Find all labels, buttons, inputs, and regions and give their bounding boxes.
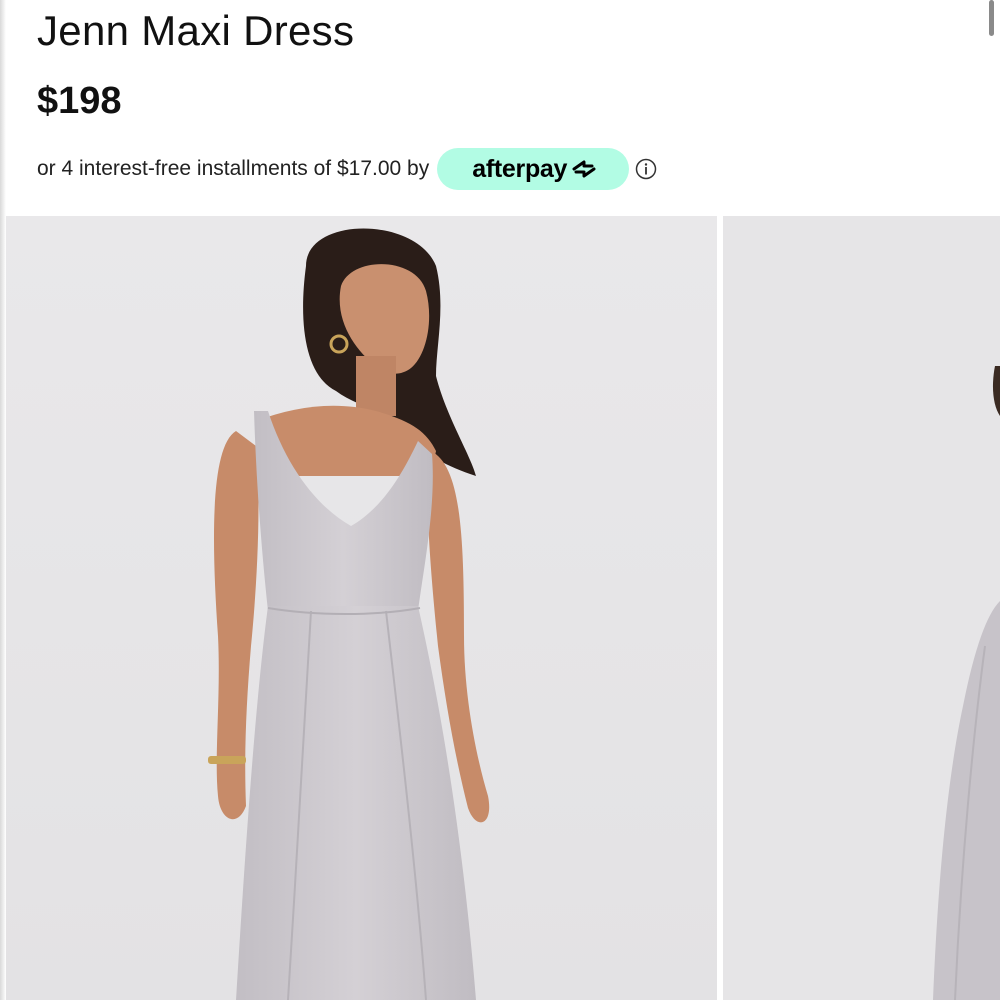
model-front-illustration (6, 216, 717, 1000)
product-image-front[interactable] (6, 216, 717, 1000)
model-side-illustration (723, 216, 1000, 1000)
product-title: Jenn Maxi Dress (37, 7, 355, 54)
product-gallery (0, 216, 1000, 1000)
installments-text: or 4 interest-free installments of $17.0… (37, 157, 430, 180)
installments-row: or 4 interest-free installments of $17.0… (37, 148, 657, 190)
info-icon[interactable] (635, 158, 657, 180)
afterpay-badge[interactable]: afterpay (437, 148, 630, 190)
afterpay-arrows-icon (572, 160, 596, 178)
product-page: Jenn Maxi Dress $198 or 4 interest-free … (0, 0, 1000, 1000)
product-price: $198 (37, 80, 122, 122)
afterpay-wordmark: afterpay (472, 154, 568, 183)
product-image-side[interactable] (723, 216, 1000, 1000)
scrollbar-thumb[interactable] (989, 0, 994, 36)
